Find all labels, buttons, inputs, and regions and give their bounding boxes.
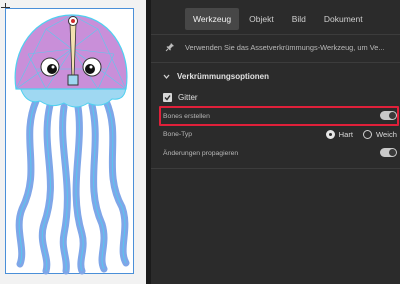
radio-weich[interactable] [363, 129, 373, 139]
tab-bar: Werkzeug Objekt Bild Dokument [185, 8, 371, 30]
divider [151, 62, 400, 63]
canvas-area[interactable] [0, 0, 146, 284]
properties-panel: Werkzeug Objekt Bild Dokument Verwenden … [151, 0, 400, 284]
radio-hart[interactable] [325, 129, 335, 139]
chevron-down-icon[interactable] [163, 73, 170, 80]
propagate-toggle[interactable] [380, 148, 397, 157]
radio-weich-label[interactable]: Weich [376, 130, 397, 139]
tab-dokument[interactable]: Dokument [316, 8, 371, 30]
radio-hart-label[interactable]: Hart [339, 130, 353, 139]
propagate-label: Änderungen propagieren [163, 149, 239, 157]
divider [151, 168, 400, 169]
propagate-row: Änderungen propagieren [163, 146, 397, 160]
bone-type-options: Hart Weich [325, 127, 397, 141]
highlight-box [159, 106, 399, 126]
artboard[interactable] [5, 8, 135, 275]
hint-text: Verwenden Sie das Assetverkrümmungs-Werk… [185, 42, 385, 52]
pin-icon[interactable] [165, 42, 175, 52]
jellyfish-artwork[interactable] [6, 9, 135, 275]
checkmark-icon [164, 94, 171, 101]
divider [151, 34, 400, 35]
gitter-row: Gitter [163, 90, 397, 104]
gitter-checkbox[interactable] [163, 92, 172, 102]
tool-hint: Verwenden Sie das Assetverkrümmungs-Werk… [165, 40, 395, 54]
bone-type-label: Bone-Typ [163, 130, 193, 138]
section-title: Verkrümmungsoptionen [177, 71, 270, 81]
gitter-label: Gitter [178, 92, 198, 102]
tab-bild[interactable]: Bild [284, 8, 314, 30]
tab-objekt[interactable]: Objekt [241, 8, 282, 30]
bone-type-row: Bone-Typ Hart Weich [163, 127, 397, 141]
tab-werkzeug[interactable]: Werkzeug [185, 8, 240, 30]
section-warp-options[interactable]: Verkrümmungsoptionen [163, 70, 269, 82]
